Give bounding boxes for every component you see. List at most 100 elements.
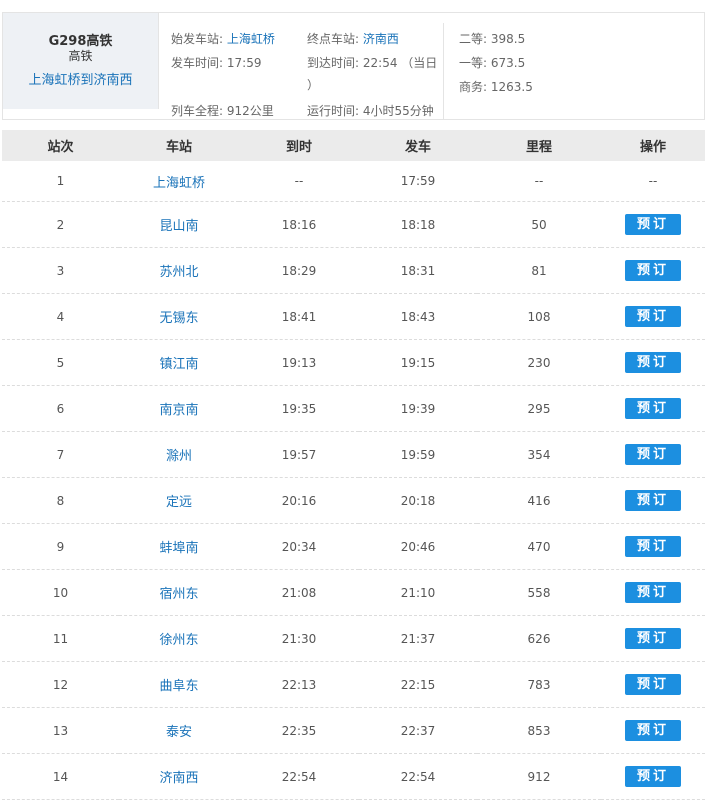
arrive-time: 18:29 <box>239 247 359 294</box>
arrive-time: 18:41 <box>239 293 359 340</box>
station-cell: 曲阜东 <box>119 661 239 708</box>
station-link[interactable]: 蚌埠南 <box>159 541 198 556</box>
station-cell: 宿州东 <box>119 569 239 616</box>
action-cell: 预订 <box>601 707 705 754</box>
depart-time: 19:59 <box>359 431 477 478</box>
distance-km: 416 <box>477 477 601 524</box>
stop-no: 1 <box>2 161 119 202</box>
station-cell: 苏州北 <box>119 247 239 294</box>
station-cell: 镇江南 <box>119 339 239 386</box>
depart-time: 20:18 <box>359 477 477 524</box>
distance-field: 列车全程: 912公里 <box>171 102 274 119</box>
table-row: 3 苏州北 18:29 18:31 81 预订 <box>2 247 705 294</box>
table-row: 9 蚌埠南 20:34 20:46 470 预订 <box>2 523 705 570</box>
table-row: 4 无锡东 18:41 18:43 108 预订 <box>2 293 705 340</box>
arrive-time-label: 到达时间: <box>307 56 360 70</box>
stop-no: 5 <box>2 339 119 386</box>
table-row: 12 曲阜东 22:13 22:15 783 预订 <box>2 661 705 708</box>
train-type: 高铁 <box>68 49 93 63</box>
depart-time: 20:46 <box>359 523 477 570</box>
action-cell: 预订 <box>601 615 705 662</box>
book-button[interactable]: 预订 <box>625 628 681 649</box>
book-button[interactable]: 预订 <box>625 260 681 281</box>
book-button[interactable]: 预订 <box>625 582 681 603</box>
station-link[interactable]: 镇江南 <box>159 357 198 372</box>
station-cell: 蚌埠南 <box>119 523 239 570</box>
table-row: 2 昆山南 18:16 18:18 50 预订 <box>2 201 705 248</box>
end-station-link[interactable]: 济南西 <box>363 32 399 46</box>
arrive-time: 20:34 <box>239 523 359 570</box>
train-summary: G298高铁 高铁 上海虹桥到济南西 <box>3 13 159 109</box>
book-button[interactable]: 预订 <box>625 306 681 327</box>
header-station: 车站 <box>119 130 239 161</box>
table-row: 11 徐州东 21:30 21:37 626 预订 <box>2 615 705 662</box>
distance-km: 626 <box>477 615 601 662</box>
station-link[interactable]: 苏州北 <box>159 265 198 280</box>
action-cell: 预订 <box>601 569 705 616</box>
station-link[interactable]: 南京南 <box>159 403 198 418</box>
stop-no: 13 <box>2 707 119 754</box>
action-cell: 预订 <box>601 523 705 570</box>
station-link[interactable]: 宿州东 <box>159 587 198 602</box>
distance-km: -- <box>477 161 601 202</box>
station-link[interactable]: 泰安 <box>166 725 192 740</box>
action-cell: 预订 <box>601 753 705 800</box>
start-station-label: 始发车站: <box>171 32 224 46</box>
duration-label: 运行时间: <box>307 104 360 118</box>
book-button[interactable]: 预订 <box>625 352 681 373</box>
station-link[interactable]: 无锡东 <box>159 311 198 326</box>
price-label: 二等: <box>459 32 488 46</box>
arrive-time-field: 到达时间: 22:54 （当日 <box>307 54 437 71</box>
header-distance: 里程 <box>477 130 601 161</box>
station-link[interactable]: 滁州 <box>166 449 192 464</box>
book-button[interactable]: 预订 <box>625 766 681 787</box>
depart-time-field: 发车时间: 17:59 <box>171 54 261 71</box>
depart-time: 18:18 <box>359 201 477 248</box>
arrive-time: 19:35 <box>239 385 359 432</box>
price-label: 一等: <box>459 56 488 70</box>
book-button[interactable]: 预订 <box>625 536 681 557</box>
distance-km: 853 <box>477 707 601 754</box>
arrive-time: -- <box>239 161 359 202</box>
action-none: -- <box>648 174 658 188</box>
distance-km: 81 <box>477 247 601 294</box>
start-station-link[interactable]: 上海虹桥 <box>227 32 275 46</box>
station-link[interactable]: 济南西 <box>159 771 198 786</box>
station-link[interactable]: 曲阜东 <box>159 679 198 694</box>
arrive-time: 22:35 <box>239 707 359 754</box>
depart-time: 22:54 <box>359 753 477 800</box>
stop-no: 2 <box>2 201 119 248</box>
book-button[interactable]: 预订 <box>625 720 681 741</box>
table-row: 5 镇江南 19:13 19:15 230 预订 <box>2 339 705 386</box>
station-cell: 南京南 <box>119 385 239 432</box>
arrive-time-value: 22:54 <box>362 56 398 70</box>
station-link[interactable]: 徐州东 <box>159 633 198 648</box>
distance-km: 108 <box>477 293 601 340</box>
stop-no: 7 <box>2 431 119 478</box>
depart-time: 21:10 <box>359 569 477 616</box>
train-route-link[interactable]: 上海虹桥到济南西 <box>3 69 158 88</box>
station-link[interactable]: 昆山南 <box>159 219 198 234</box>
arrive-time: 21:08 <box>239 569 359 616</box>
action-cell: 预订 <box>601 477 705 524</box>
distance-km: 470 <box>477 523 601 570</box>
arrive-day-note: （当日 <box>401 56 438 70</box>
stop-no: 6 <box>2 385 119 432</box>
distance-km: 783 <box>477 661 601 708</box>
station-link[interactable]: 定远 <box>166 495 192 510</box>
book-button[interactable]: 预订 <box>625 444 681 465</box>
header-stop-no: 站次 <box>2 130 119 161</box>
depart-time: 17:59 <box>359 161 477 202</box>
book-button[interactable]: 预订 <box>625 398 681 419</box>
distance-km: 230 <box>477 339 601 386</box>
depart-time: 22:37 <box>359 707 477 754</box>
station-link[interactable]: 上海虹桥 <box>153 176 205 191</box>
distance-km: 912 <box>477 753 601 800</box>
book-button[interactable]: 预订 <box>625 674 681 695</box>
table-row: 14 济南西 22:54 22:54 912 预订 <box>2 753 705 800</box>
book-button[interactable]: 预订 <box>625 490 681 511</box>
price-business-class: 商务: 1263.5 <box>459 78 533 95</box>
book-button[interactable]: 预订 <box>625 214 681 235</box>
depart-time: 18:31 <box>359 247 477 294</box>
price-label: 商务: <box>459 80 488 94</box>
